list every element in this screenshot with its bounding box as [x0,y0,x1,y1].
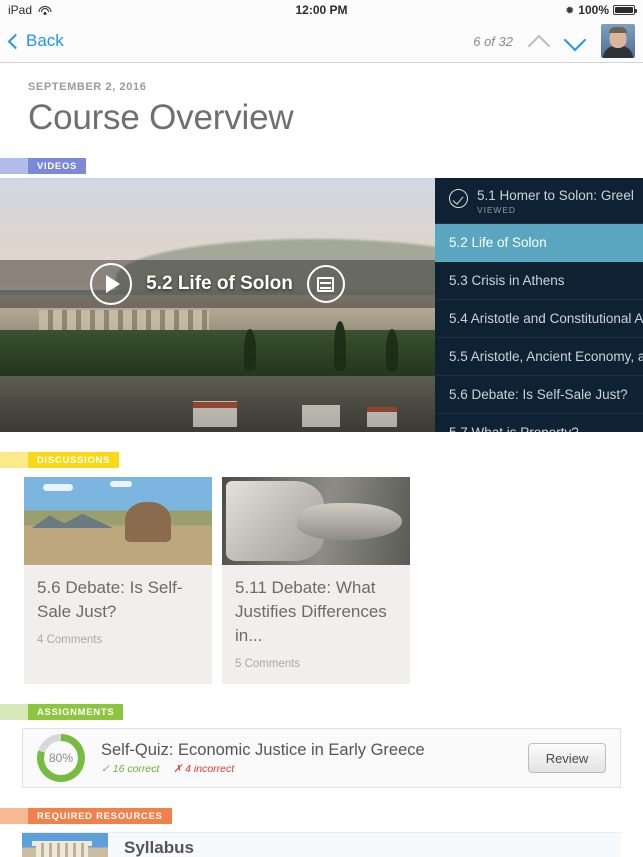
videos-badge-label: VIDEOS [28,158,87,174]
avatar[interactable] [601,24,635,58]
incorrect-count: ✗ 4 incorrect [173,763,234,775]
battery-percent-label: 100% [578,3,609,17]
videos-section-header: VIDEOS [0,158,643,174]
assignments-badge-label: ASSIGNMENTS [28,704,124,720]
discussion-card-comments: 5 Comments [235,658,301,670]
discussion-card-5-6[interactable]: 5.6 Debate: Is Self-Sale Just? 4 Comment… [24,477,212,684]
discussion-card-title: 5.11 Debate: What Justifies Differences … [235,578,387,645]
ipad-screen: iPad 12:00 PM ✹ 100% Back 6 of 32 SEPTEM… [0,0,643,857]
discussion-card-title: 5.6 Debate: Is Self-Sale Just? [37,578,183,621]
assignment-details: Self-Quiz: Economic Justice in Early Gre… [101,741,528,775]
required-resources-badge-accent [0,808,28,824]
battery-full-icon [613,5,637,15]
play-icon[interactable] [90,263,133,305]
playlist-item-5-6[interactable]: 5.6 Debate: Is Self-Sale Just? [435,376,643,414]
correct-count-label: 16 correct [112,763,160,775]
check-icon: ✓ [101,763,110,775]
discussions-section-header: DISCUSSIONS [0,452,643,468]
video-current-title: 5.2 Life of Solon [146,273,293,294]
playlist-item-5-7[interactable]: 5.7 What is Property? [435,414,643,432]
required-resources-badge-label: REQUIRED RESOURCES [28,808,172,824]
correct-count: ✓ 16 correct [101,763,159,775]
discussions-badge-label: DISCUSSIONS [28,452,120,468]
video-play-overlay: 5.2 Life of Solon [0,260,435,308]
video-playlist[interactable]: 5.1 Homer to Solon: Greek P... VIEWED 5.… [435,178,643,432]
playlist-item-5-5[interactable]: 5.5 Aristotle, Ancient Economy, and... [435,338,643,376]
assignments-section-header: ASSIGNMENTS [0,704,643,720]
open-hand-thumbnail [222,477,410,565]
review-button[interactable]: Review [528,743,606,773]
cross-icon: ✗ [173,763,183,775]
playlist-item-5-2[interactable]: 5.2 Life of Solon [435,224,643,262]
playlist-item-status: VIEWED [477,205,516,215]
chevron-left-icon [7,33,24,49]
bluetooth-icon: ✹ [565,4,575,17]
videos-section: 5.2 Life of Solon 5.1 Homer to Solon: Gr… [0,178,643,432]
discussions-badge-accent [0,452,28,468]
page-title: Course Overview [28,98,294,137]
check-circle-icon [449,189,468,208]
discussions-list: 5.6 Debate: Is Self-Sale Just? 4 Comment… [24,477,643,684]
resource-title: Syllabus [124,837,194,857]
assignments-badge-accent [0,704,28,720]
playlist-item-5-4[interactable]: 5.4 Aristotle and Constitutional Ana... [435,300,643,338]
back-button[interactable]: Back [7,31,64,51]
incorrect-count-label: 4 incorrect [185,763,235,775]
chevron-down-icon[interactable] [565,31,585,51]
playlist-item-label: 5.1 Homer to Solon: Greek P... [477,188,633,203]
chevron-up-icon[interactable] [529,31,549,51]
videos-badge-accent [0,158,28,174]
playlist-item-5-3[interactable]: 5.3 Crisis in Athens [435,262,643,300]
desert-landscape-thumbnail [24,477,212,565]
transcript-icon[interactable] [306,265,345,303]
score-percent-label: 80% [44,741,78,775]
status-bar-left: iPad [8,3,52,17]
page-date: SEPTEMBER 2, 2016 [28,81,147,93]
resource-row-syllabus[interactable]: Syllabus [22,832,621,857]
wifi-icon [38,5,52,15]
temple-thumbnail [22,832,108,857]
status-bar-clock: 12:00 PM [295,3,348,17]
assignment-score-breakdown: ✓ 16 correct ✗ 4 incorrect [101,763,528,775]
assignment-row[interactable]: 80% Self-Quiz: Economic Justice in Early… [22,728,621,788]
discussion-card-5-11[interactable]: 5.11 Debate: What Justifies Differences … [222,477,410,684]
status-bar-right: ✹ 100% [565,3,637,17]
playlist-item-5-1[interactable]: 5.1 Homer to Solon: Greek P... VIEWED [435,178,643,224]
assignment-title: Self-Quiz: Economic Justice in Early Gre… [101,741,425,759]
page-counter: 6 of 32 [473,33,513,49]
navigation-bar: Back 6 of 32 [0,20,643,63]
back-button-label: Back [26,31,64,50]
navigation-bar-right: 6 of 32 [473,24,635,58]
status-bar: iPad 12:00 PM ✹ 100% [0,0,643,20]
discussion-card-comments: 4 Comments [37,634,103,646]
page-content: SEPTEMBER 2, 2016 Course Overview VIDEOS [0,81,643,857]
required-resources-section-header: REQUIRED RESOURCES [0,808,643,824]
score-donut-chart: 80% [37,734,85,782]
device-label: iPad [8,3,33,17]
